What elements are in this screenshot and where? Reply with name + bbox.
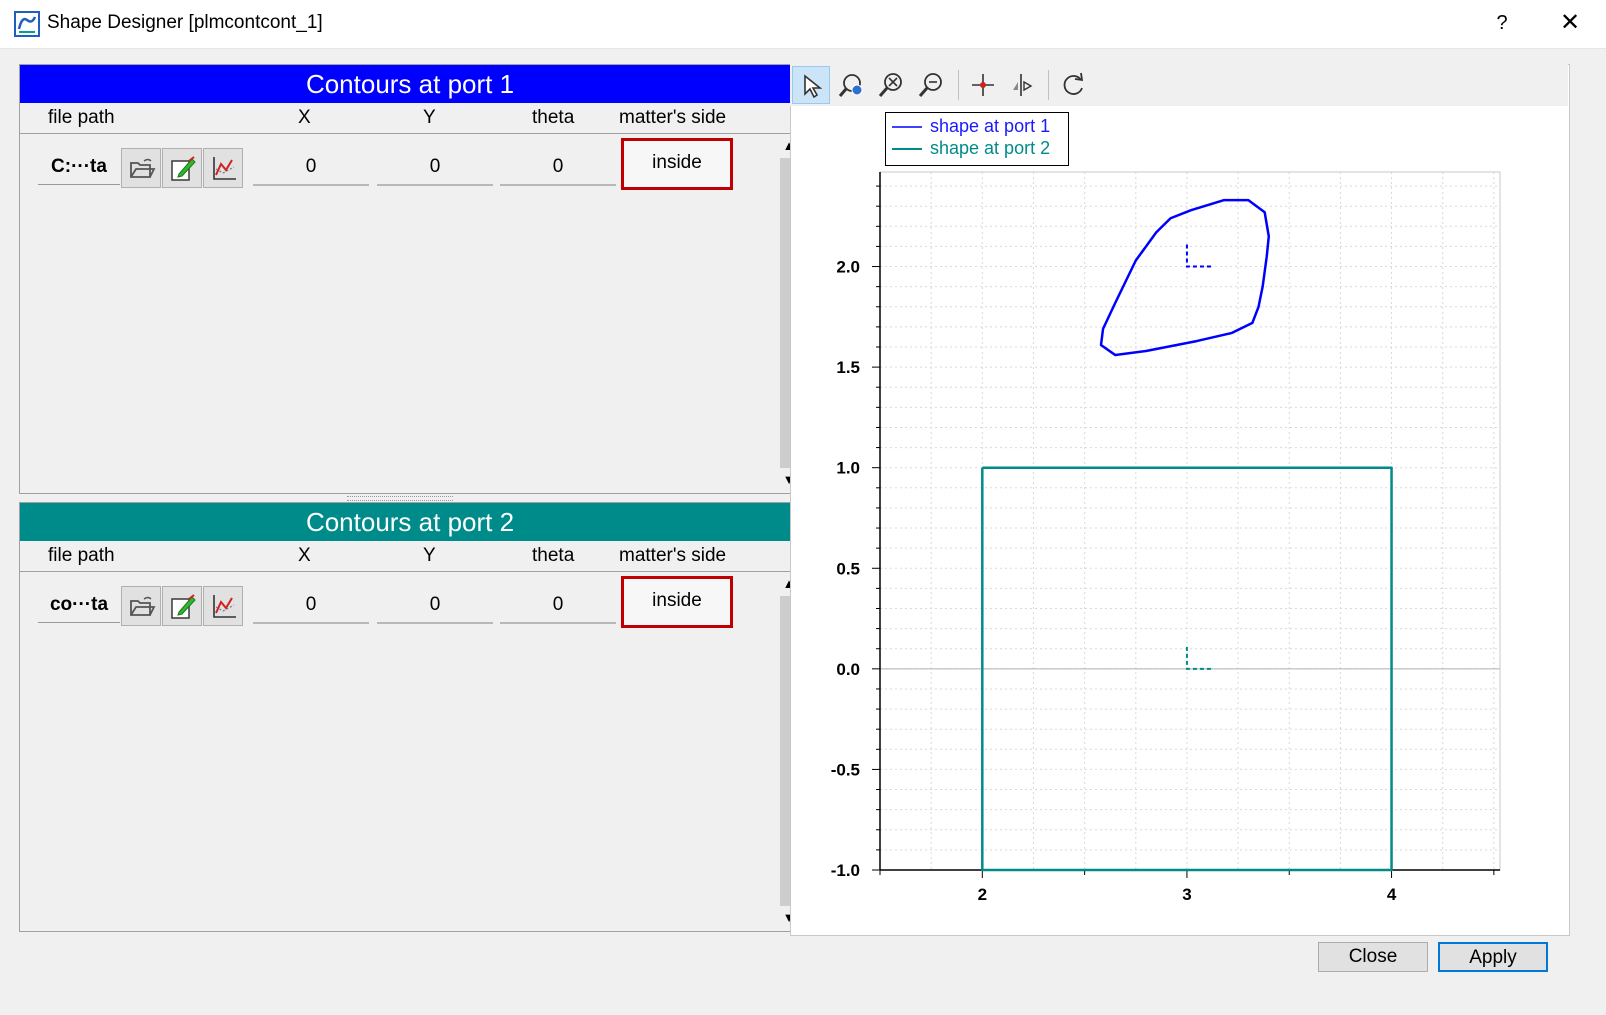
- y-tick-label: 0.5: [836, 559, 860, 578]
- x-tick-label: 2: [978, 885, 987, 904]
- legend-label: shape at port 2: [930, 138, 1051, 158]
- legend-label: shape at port 1: [930, 116, 1051, 136]
- series-port1-contour: [1099, 198, 1271, 357]
- plot-frame: [879, 171, 1501, 871]
- close-button[interactable]: Close: [1318, 942, 1428, 972]
- y-tick-label: 2.0: [836, 258, 860, 277]
- chart-legend: shape at port 1 shape at port 2: [885, 112, 1069, 166]
- legend-item-port2: shape at port 2: [892, 138, 1062, 160]
- port1-origin-marker: [1185, 244, 1211, 268]
- apply-button[interactable]: Apply: [1438, 942, 1548, 972]
- legend-swatch: [892, 148, 922, 150]
- y-tick-label: 1.5: [836, 358, 860, 377]
- y-tick-label: -0.5: [831, 760, 860, 779]
- y-tick-label: 1.0: [836, 459, 860, 478]
- x-tick-label: 3: [1182, 885, 1191, 904]
- x-tick-label: 4: [1387, 885, 1397, 904]
- legend-item-port1: shape at port 1: [892, 116, 1062, 138]
- y-tick-label: 0.0: [836, 660, 860, 679]
- contour-chart[interactable]: -1.0 -0.5 0.0 0.5 1.0 1.5 2.0 2 3 4: [0, 0, 1606, 1015]
- y-tick-label: -1.0: [831, 861, 860, 880]
- port2-origin-marker: [1185, 646, 1211, 670]
- legend-swatch: [892, 126, 922, 128]
